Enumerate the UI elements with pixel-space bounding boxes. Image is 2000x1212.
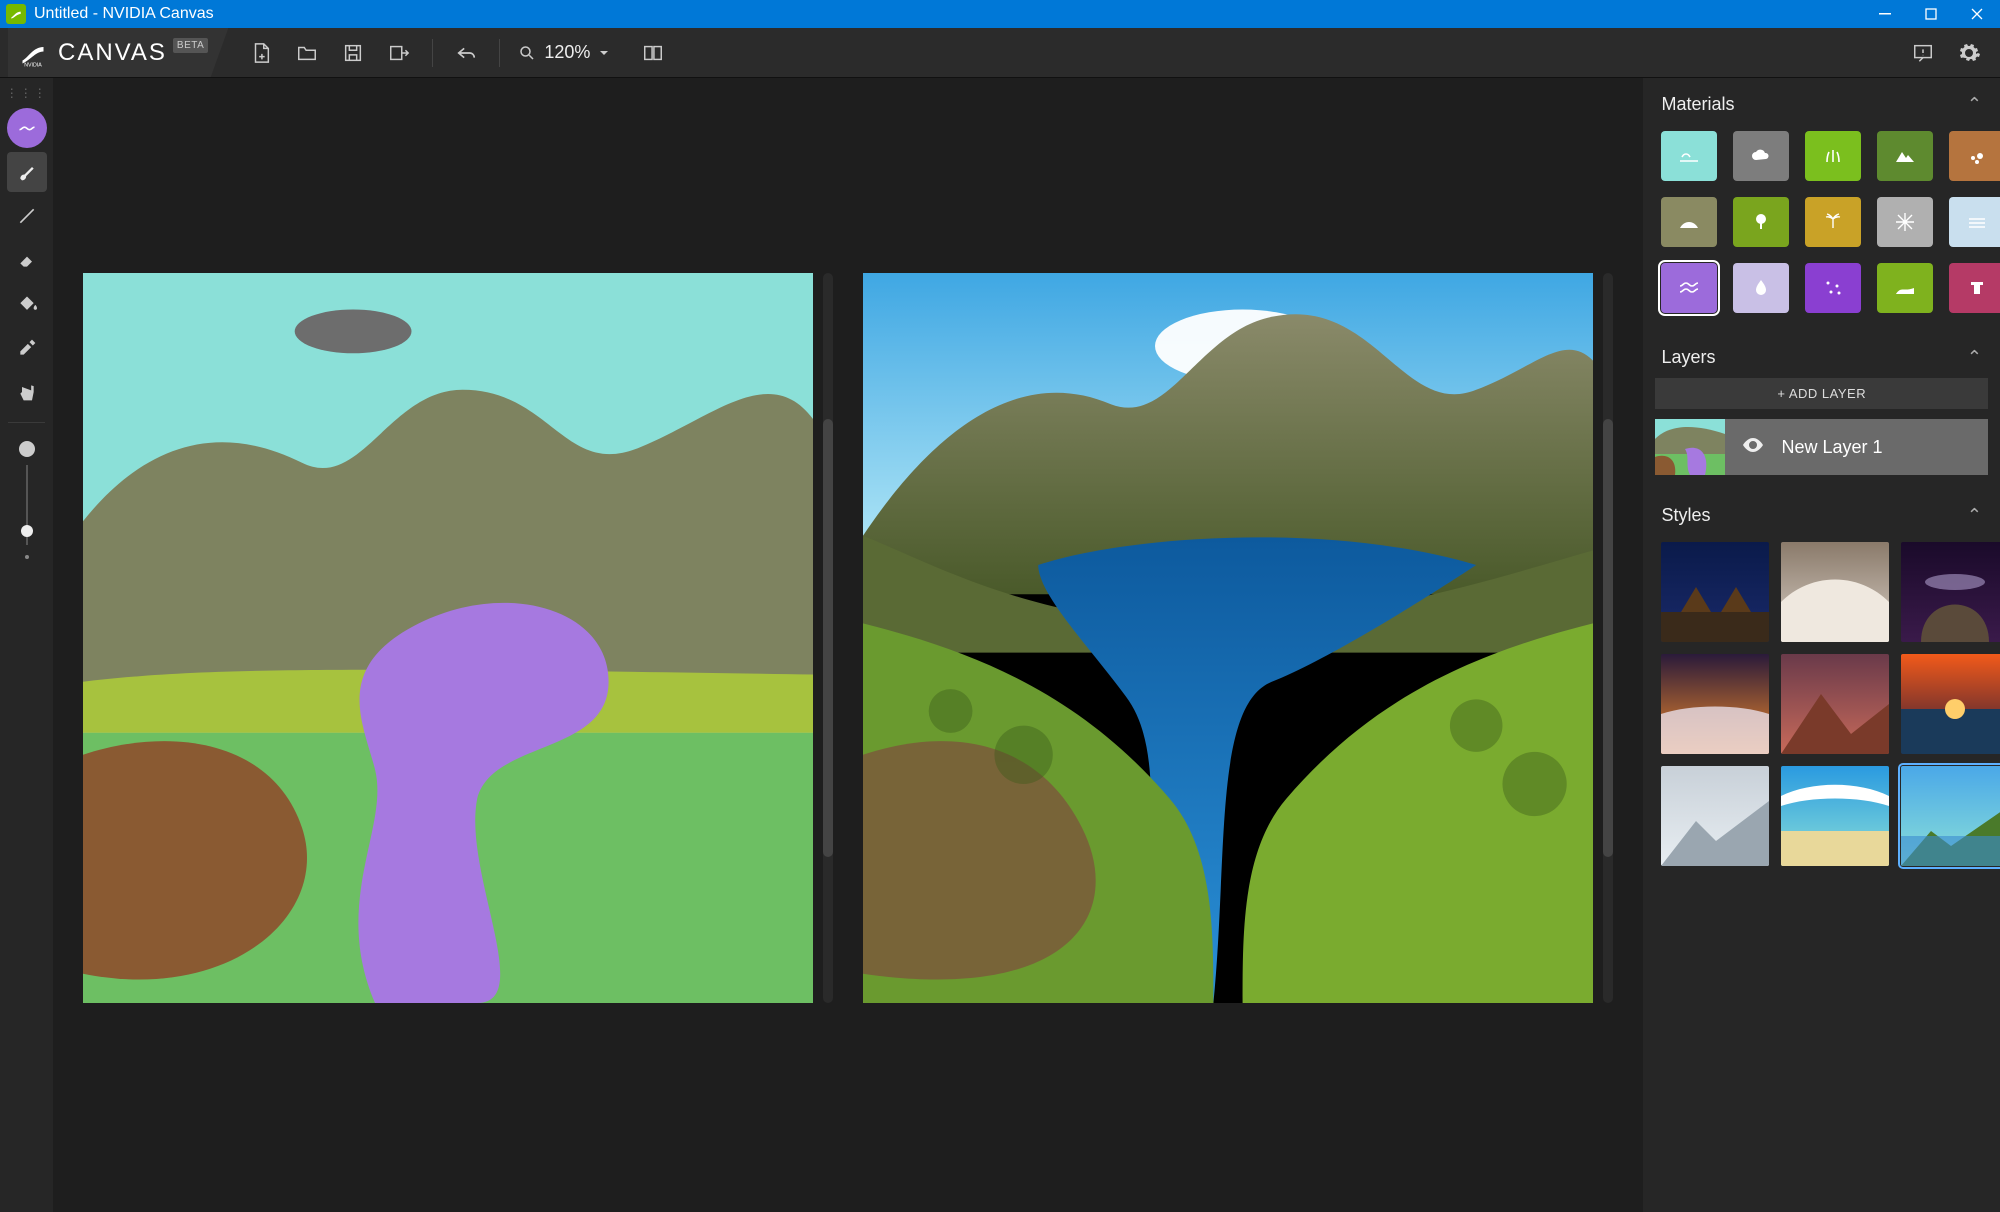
material-sea[interactable] xyxy=(1661,263,1717,313)
new-file-button[interactable] xyxy=(240,32,282,74)
open-file-button[interactable] xyxy=(286,32,328,74)
titlebar: Untitled - NVIDIA Canvas xyxy=(0,0,2000,28)
gear-icon xyxy=(1957,41,1981,65)
split-view-button[interactable] xyxy=(632,32,674,74)
layer-thumbnail xyxy=(1655,419,1725,475)
fill-tool[interactable] xyxy=(7,284,47,324)
layers-header[interactable]: Layers ⌃ xyxy=(1643,331,2000,378)
material-hill[interactable] xyxy=(1661,197,1717,247)
chevron-up-icon: ⌃ xyxy=(1967,505,1982,526)
chevron-up-icon: ⌃ xyxy=(1967,347,1982,368)
layers-title: Layers xyxy=(1661,347,1715,368)
style-sunset-clouds[interactable] xyxy=(1661,654,1769,754)
style-alpine-lake[interactable] xyxy=(1901,766,2000,866)
material-bush[interactable] xyxy=(1805,197,1861,247)
toolbar-divider xyxy=(432,39,433,67)
minimize-button[interactable] xyxy=(1862,0,1908,28)
pan-tool[interactable] xyxy=(7,372,47,412)
style-red-mountain[interactable] xyxy=(1781,654,1889,754)
material-cloud[interactable] xyxy=(1733,131,1789,181)
line-tool[interactable] xyxy=(7,196,47,236)
material-mountain[interactable] xyxy=(1877,131,1933,181)
export-button[interactable] xyxy=(378,32,420,74)
style-cloudy-peak[interactable] xyxy=(1781,542,1889,642)
app-icon xyxy=(6,4,26,24)
eyedropper-tool[interactable] xyxy=(7,328,47,368)
grip-icon: ⋮⋮⋮ xyxy=(6,86,48,100)
canvas-area xyxy=(53,78,1643,1212)
style-night-desert[interactable] xyxy=(1661,542,1769,642)
layers-panel: + ADD LAYER New Layer 1 xyxy=(1643,378,2000,489)
brand-name: CANVAS xyxy=(58,39,167,67)
zoom-value: 120% xyxy=(544,42,590,63)
render-scrollbar[interactable] xyxy=(1603,273,1613,1003)
tool-strip: ⋮⋮⋮ xyxy=(0,78,53,1212)
style-arch-milkyway[interactable] xyxy=(1901,542,2000,642)
eraser-tool[interactable] xyxy=(7,240,47,280)
material-tree[interactable] xyxy=(1733,197,1789,247)
settings-button[interactable] xyxy=(1948,32,1990,74)
material-sand[interactable] xyxy=(1877,263,1933,313)
materials-title: Materials xyxy=(1661,94,1734,115)
brush-size-max-icon xyxy=(19,441,35,457)
window-title: Untitled - NVIDIA Canvas xyxy=(34,5,214,23)
brush-size-min-icon xyxy=(25,555,29,559)
material-tool[interactable] xyxy=(7,108,47,148)
render-preview[interactable] xyxy=(863,273,1593,1003)
material-grass[interactable] xyxy=(1805,131,1861,181)
right-panel: Materials ⌃ Layers ⌃ + ADD LAYER New Lay… xyxy=(1643,78,2000,1212)
style-tropical-beach[interactable] xyxy=(1781,766,1889,866)
toolbar: NVIDIA CANVAS BETA 120% xyxy=(0,28,2000,78)
brand: NVIDIA CANVAS BETA xyxy=(8,28,228,77)
close-button[interactable] xyxy=(1954,0,2000,28)
material-fog[interactable] xyxy=(1949,197,2000,247)
undo-button[interactable] xyxy=(445,32,487,74)
svg-text:NVIDIA: NVIDIA xyxy=(24,62,42,68)
material-stars[interactable] xyxy=(1805,263,1861,313)
material-snow[interactable] xyxy=(1877,197,1933,247)
search-icon xyxy=(518,44,536,62)
material-dirt[interactable] xyxy=(1949,131,2000,181)
materials-header[interactable]: Materials ⌃ xyxy=(1643,78,2000,125)
main: ⋮⋮⋮ xyxy=(0,78,2000,1212)
feedback-button[interactable] xyxy=(1902,32,1944,74)
zoom-control[interactable]: 120% xyxy=(510,38,618,67)
material-river[interactable] xyxy=(1733,263,1789,313)
material-rock[interactable] xyxy=(1949,263,2000,313)
beta-badge: BETA xyxy=(173,38,208,53)
segmentation-scrollbar[interactable] xyxy=(823,273,833,1003)
layer-name: New Layer 1 xyxy=(1781,437,1882,458)
styles-grid xyxy=(1643,536,2000,886)
visibility-toggle[interactable] xyxy=(1741,433,1765,462)
styles-title: Styles xyxy=(1661,505,1710,526)
materials-grid xyxy=(1643,125,2000,331)
chevron-up-icon: ⌃ xyxy=(1967,94,1982,115)
brush-size-slider[interactable] xyxy=(0,433,53,569)
toolbar-divider xyxy=(499,39,500,67)
chevron-down-icon xyxy=(598,47,610,59)
layer-row[interactable]: New Layer 1 xyxy=(1655,419,1988,475)
segmentation-canvas[interactable] xyxy=(83,273,813,1003)
brush-tool[interactable] xyxy=(7,152,47,192)
style-ocean-sunset[interactable] xyxy=(1901,654,2000,754)
save-button[interactable] xyxy=(332,32,374,74)
nvidia-logo-icon: NVIDIA xyxy=(18,38,48,68)
styles-header[interactable]: Styles ⌃ xyxy=(1643,489,2000,536)
material-sky[interactable] xyxy=(1661,131,1717,181)
maximize-button[interactable] xyxy=(1908,0,1954,28)
style-snow-valley[interactable] xyxy=(1661,766,1769,866)
add-layer-button[interactable]: + ADD LAYER xyxy=(1655,378,1988,409)
